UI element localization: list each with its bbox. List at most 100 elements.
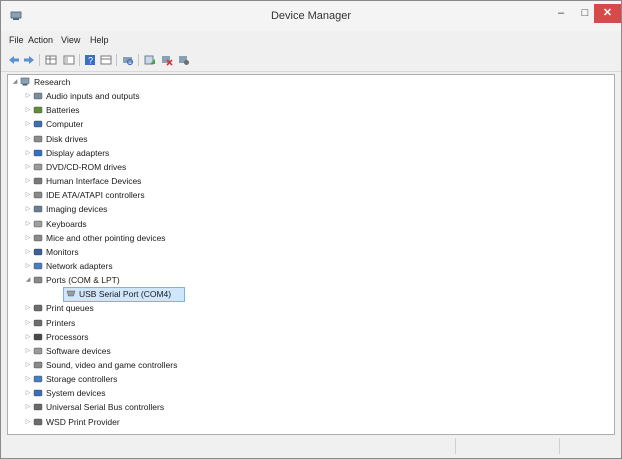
ports-com-lpt-icon xyxy=(33,276,43,284)
expand-arrow-icon[interactable]: ▷ xyxy=(25,348,31,354)
tree-category-disk-drives[interactable]: ▷ Disk drives xyxy=(8,133,228,145)
expand-arrow-icon[interactable]: ▷ xyxy=(25,150,31,156)
audio-inputs-and-outputs-icon xyxy=(33,92,43,100)
tree-category-system-devices[interactable]: ▷ System devices xyxy=(8,387,228,399)
tree-category-label: Keyboards xyxy=(46,218,87,229)
menu-action[interactable]: Action xyxy=(28,35,53,45)
tree-category-printers[interactable]: ▷ Printers xyxy=(8,317,228,329)
dvd-cd-rom-drives-icon xyxy=(33,163,43,171)
tree-category-display-adapters[interactable]: ▷ Display adapters xyxy=(8,147,228,159)
expand-arrow-icon[interactable]: ▷ xyxy=(25,221,31,227)
tree-category-label: System devices xyxy=(46,388,106,399)
tree-category-label: Computer xyxy=(46,119,84,130)
tree-category-wsd-print-provider[interactable]: ▷ WSD Print Provider xyxy=(8,416,228,428)
menu-help[interactable]: Help xyxy=(90,35,109,45)
expand-arrow-icon[interactable]: ▷ xyxy=(25,334,31,340)
tree-root-label: Research xyxy=(34,77,71,87)
ide-ata-atapi-controllers-icon xyxy=(33,191,43,199)
window-title: Device Manager xyxy=(270,10,352,22)
tree-category-human-interface-devices[interactable]: ▷ Human Interface Devices xyxy=(8,175,228,187)
expand-arrow-icon[interactable]: ▷ xyxy=(25,192,31,198)
expand-arrow-icon[interactable]: ▷ xyxy=(25,93,31,99)
expand-arrow-icon[interactable]: ▷ xyxy=(25,178,31,184)
disable-device-icon[interactable] xyxy=(178,54,190,66)
expand-arrow-icon[interactable]: ▷ xyxy=(25,107,31,113)
tree-category-dvd-cd-rom-drives[interactable]: ▷ DVD/CD-ROM drives xyxy=(8,161,228,173)
title-bar[interactable]: Device Manager – □ ✕ xyxy=(1,1,621,31)
tree-category-label: Storage controllers xyxy=(46,374,118,385)
expand-arrow-icon[interactable]: ▷ xyxy=(25,206,31,212)
device-tree-pane[interactable]: ◢ Research ▷ Audio inputs and outputs ▷ Batte… xyxy=(7,74,615,435)
tree-category-label: IDE ATA/ATAPI controllers xyxy=(46,190,145,201)
collapse-arrow-icon[interactable]: ◢ xyxy=(25,277,31,283)
tree-category-audio-inputs-and-outputs[interactable]: ▷ Audio inputs and outputs xyxy=(8,90,228,102)
tree-category-label: Sound, video and game controllers xyxy=(46,360,178,370)
close-button[interactable]: ✕ xyxy=(594,4,621,23)
tree-category-computer[interactable]: ▷ Computer xyxy=(8,118,228,130)
tree-category-monitors[interactable]: ▷ Monitors xyxy=(8,246,228,258)
tree-category-label: Printers xyxy=(46,317,76,328)
toolbar: ? xyxy=(1,49,621,72)
tree-category-network-adapters[interactable]: ▷ Network adapters xyxy=(8,260,228,272)
expand-arrow-icon[interactable]: ▷ xyxy=(25,419,31,425)
processors-icon xyxy=(33,333,43,340)
tree-item-usb-serial-port[interactable]: USB Serial Port (COM4) xyxy=(63,287,185,303)
expand-arrow-icon[interactable]: ▷ xyxy=(25,320,31,326)
console-tree-icon[interactable] xyxy=(63,54,75,66)
view-grid-icon[interactable] xyxy=(100,54,112,66)
scan-hardware-icon[interactable] xyxy=(122,54,134,66)
system-devices-icon xyxy=(33,390,43,397)
tree-category-label: WSD Print Provider xyxy=(46,416,120,427)
uninstall-device-icon[interactable] xyxy=(161,54,173,66)
forward-arrow-icon[interactable] xyxy=(23,54,35,66)
computer-icon xyxy=(33,121,43,128)
expand-arrow-icon[interactable]: ▷ xyxy=(25,121,31,127)
port-connector-icon xyxy=(66,291,76,297)
tree-category-ide-ata-atapi-controllers[interactable]: ▷ IDE ATA/ATAPI controllers xyxy=(8,189,228,201)
tree-category-processors[interactable]: ▷ Processors xyxy=(8,331,228,343)
status-bar xyxy=(7,436,613,456)
tree-category-batteries[interactable]: ▷ Batteries xyxy=(8,104,228,116)
properties-grid-icon[interactable] xyxy=(45,54,57,66)
tree-category-keyboards[interactable]: ▷ Keyboards xyxy=(8,218,228,230)
menu-file[interactable]: File xyxy=(9,35,24,45)
tree-category-label: Monitors xyxy=(46,246,79,257)
collapse-arrow-icon[interactable]: ◢ xyxy=(12,79,18,85)
expand-arrow-icon[interactable]: ▷ xyxy=(25,249,31,255)
tree-category-label: Human Interface Devices xyxy=(46,176,142,187)
expand-arrow-icon[interactable]: ▷ xyxy=(25,263,31,269)
expand-arrow-icon[interactable]: ▷ xyxy=(25,404,31,410)
tree-category-ports-com-lpt[interactable]: ◢ Ports (COM & LPT) xyxy=(8,274,228,286)
tree-category-sound-video-and-game-controllers[interactable]: ▷ Sound, video and game controllers xyxy=(8,359,228,371)
expand-arrow-icon[interactable]: ▷ xyxy=(25,362,31,368)
help-icon[interactable]: ? xyxy=(84,54,96,66)
storage-controllers-icon xyxy=(33,375,43,383)
tree-category-software-devices[interactable]: ▷ Software devices xyxy=(8,345,228,357)
tree-category-print-queues[interactable]: ▷ Print queues xyxy=(8,302,228,314)
back-arrow-icon[interactable] xyxy=(8,54,20,66)
svg-text:?: ? xyxy=(88,56,93,66)
expand-arrow-icon[interactable]: ▷ xyxy=(25,376,31,382)
tree-category-mice-and-other-pointing-devices[interactable]: ▷ Mice and other pointing devices xyxy=(8,232,228,244)
tree-category-label: Audio inputs and outputs xyxy=(46,91,140,102)
minimize-button[interactable]: – xyxy=(549,4,573,23)
toolbar-separator xyxy=(39,54,40,66)
tree-root-research[interactable]: ◢ Research xyxy=(8,76,208,88)
tree-category-imaging-devices[interactable]: ▷ Imaging devices xyxy=(8,203,228,215)
tree-category-label: Batteries xyxy=(46,105,80,116)
menu-view[interactable]: View xyxy=(61,35,80,45)
batteries-icon xyxy=(33,107,43,114)
update-driver-icon[interactable] xyxy=(144,54,156,66)
wsd-print-provider-icon xyxy=(33,418,43,425)
computer-icon xyxy=(20,77,30,86)
expand-arrow-icon[interactable]: ▷ xyxy=(25,235,31,241)
tree-category-label: Display adapters xyxy=(46,147,110,158)
expand-arrow-icon[interactable]: ▷ xyxy=(25,164,31,170)
tree-category-label: Ports (COM & LPT) xyxy=(46,275,120,286)
tree-category-universal-serial-bus-controllers[interactable]: ▷ Universal Serial Bus controllers xyxy=(8,401,228,413)
tree-category-storage-controllers[interactable]: ▷ Storage controllers xyxy=(8,373,228,385)
expand-arrow-icon[interactable]: ▷ xyxy=(25,136,31,142)
expand-arrow-icon[interactable]: ▷ xyxy=(25,305,31,311)
mice-and-other-pointing-devices-icon xyxy=(33,234,43,241)
expand-arrow-icon[interactable]: ▷ xyxy=(25,390,31,396)
